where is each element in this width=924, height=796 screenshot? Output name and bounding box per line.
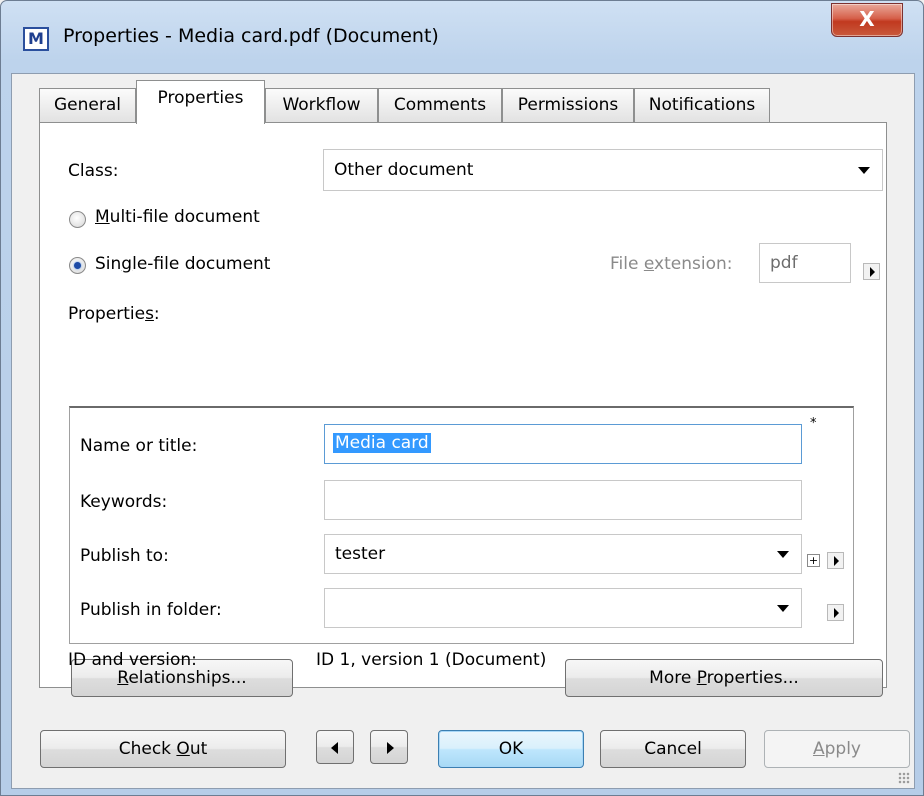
- id-version-label: ID and version:: [68, 650, 197, 670]
- publish-to-dropdown[interactable]: tester: [324, 534, 802, 574]
- dropdown-arrow-icon: [777, 551, 789, 558]
- expand-arrow-icon[interactable]: [863, 263, 880, 280]
- dropdown-arrow-icon: [777, 605, 789, 612]
- more-properties-button[interactable]: More Properties...: [565, 659, 883, 697]
- keywords-label: Keywords:: [80, 492, 168, 512]
- name-field[interactable]: Media card: [324, 424, 802, 464]
- properties-tab-panel: Class: Other document Multi-file documen…: [39, 122, 887, 697]
- publish-folder-dropdown[interactable]: [324, 588, 802, 628]
- class-dropdown[interactable]: Other document: [323, 149, 883, 191]
- expand-arrow-icon[interactable]: [827, 604, 844, 621]
- properties-section-label: Properties:: [68, 304, 160, 324]
- tab-comments[interactable]: Comments: [378, 88, 502, 122]
- add-plus-icon[interactable]: +: [807, 554, 820, 567]
- resize-grip-icon[interactable]: [898, 772, 910, 784]
- window-title: Properties - Media card.pdf (Document): [63, 25, 439, 47]
- required-marker: *: [810, 416, 817, 431]
- single-file-label[interactable]: Single-file document: [95, 254, 270, 274]
- tab-properties[interactable]: Properties: [136, 80, 265, 124]
- next-button[interactable]: [370, 730, 408, 764]
- multi-file-radio[interactable]: [69, 211, 86, 228]
- name-label: Name or title:: [80, 436, 198, 456]
- tab-general[interactable]: General: [39, 88, 136, 122]
- close-button[interactable]: X: [831, 3, 903, 37]
- publish-to-label: Publish to:: [80, 546, 169, 566]
- tab-notifications[interactable]: Notifications: [634, 88, 770, 122]
- file-extension-value: pdf: [770, 253, 798, 273]
- dialog-window: M Properties - Media card.pdf (Document)…: [0, 0, 924, 796]
- cancel-button[interactable]: Cancel: [600, 730, 746, 768]
- single-file-radio[interactable]: [69, 257, 86, 274]
- file-extension-label: File extension:: [610, 254, 733, 274]
- keywords-field[interactable]: [324, 480, 802, 520]
- class-value: Other document: [334, 160, 474, 180]
- app-logo-icon: M: [23, 27, 49, 51]
- file-extension-field: pdf: [759, 243, 851, 283]
- apply-button[interactable]: Apply: [764, 730, 910, 768]
- dropdown-arrow-icon: [858, 167, 870, 174]
- properties-grid: Name or title: Media card * Keywords: Pu…: [69, 406, 854, 644]
- title-bar[interactable]: M Properties - Media card.pdf (Document)…: [1, 1, 924, 73]
- id-version-value: ID 1, version 1 (Document): [316, 650, 547, 670]
- prev-arrow-icon: [331, 742, 338, 754]
- next-arrow-icon: [387, 742, 394, 754]
- multi-file-label[interactable]: Multi-file document: [95, 207, 260, 227]
- tab-permissions[interactable]: Permissions: [502, 88, 634, 122]
- close-icon: X: [859, 7, 875, 31]
- check-out-button[interactable]: Check Out: [40, 730, 286, 768]
- dialog-client-area: General Properties Workflow Comments Per…: [11, 73, 915, 789]
- tab-workflow[interactable]: Workflow: [265, 88, 378, 122]
- class-label: Class:: [68, 161, 119, 181]
- ok-button[interactable]: OK: [438, 730, 584, 768]
- publish-folder-label: Publish in folder:: [80, 600, 222, 620]
- name-value: Media card: [333, 433, 431, 453]
- publish-to-value: tester: [335, 544, 386, 564]
- previous-button[interactable]: [316, 730, 354, 764]
- expand-arrow-icon[interactable]: [827, 552, 844, 569]
